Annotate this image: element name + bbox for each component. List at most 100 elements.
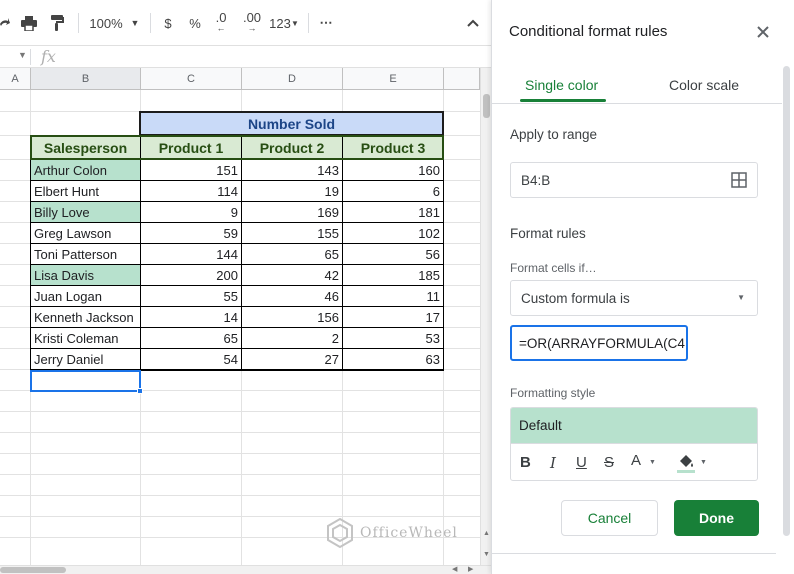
product-value-cell[interactable]: 46 — [242, 286, 342, 306]
product-value-cell[interactable]: 200 — [141, 265, 241, 285]
product-value-cell[interactable]: 9 — [141, 202, 241, 222]
range-input[interactable]: B4:B — [510, 162, 758, 198]
product-value-cell[interactable]: 63 — [343, 349, 443, 369]
product-value-cell[interactable]: 59 — [141, 223, 241, 243]
column-header-c[interactable]: C — [141, 68, 242, 90]
fill-handle[interactable] — [137, 388, 143, 394]
product-value-cell[interactable]: 65 — [242, 244, 342, 264]
product-value-cell[interactable]: 54 — [141, 349, 241, 369]
horizontal-scrollbar[interactable]: ◀ ▶ — [0, 565, 491, 574]
salesperson-cell[interactable]: Greg Lawson — [31, 223, 140, 243]
panel-scrollbar-thumb[interactable] — [783, 66, 790, 536]
zoom-select[interactable]: 100% — [88, 12, 124, 34]
select-range-grid-icon[interactable] — [731, 172, 747, 191]
header-cell-salesperson[interactable]: Salesperson — [31, 136, 140, 159]
salesperson-cell[interactable]: Arthur Colon — [31, 160, 140, 180]
column-header-f[interactable] — [444, 68, 480, 90]
currency-format-button[interactable]: $ — [159, 12, 177, 34]
group-header-cell[interactable]: Number Sold — [140, 112, 443, 135]
fill-color-icon[interactable] — [677, 453, 695, 478]
salesperson-cell[interactable]: Elbert Hunt — [31, 181, 140, 201]
underline-icon[interactable]: U — [576, 454, 587, 471]
product-value-cell[interactable]: 156 — [242, 307, 342, 327]
header-cell-product-2[interactable]: Product 2 — [242, 136, 342, 159]
salesperson-cell[interactable]: Kristi Coleman — [31, 328, 140, 348]
header-cell-product-3[interactable]: Product 3 — [343, 136, 443, 159]
product-value-cell[interactable]: 185 — [343, 265, 443, 285]
product-value-cell[interactable]: 65 — [141, 328, 241, 348]
text-color-icon[interactable]: A — [631, 452, 641, 469]
product-value-cell[interactable]: 169 — [242, 202, 342, 222]
condition-select[interactable]: Custom formula is ▼ — [510, 280, 758, 316]
product-value-cell[interactable]: 55 — [141, 286, 241, 306]
product-value-cell[interactable]: 2 — [242, 328, 342, 348]
name-box-chevron-down-icon[interactable]: ▼ — [18, 50, 27, 60]
scroll-right-icon[interactable]: ▶ — [468, 565, 473, 573]
scroll-up-icon[interactable]: ▲ — [483, 530, 490, 537]
product-value-cell[interactable]: 155 — [242, 223, 342, 243]
product-value-cell[interactable]: 17 — [343, 307, 443, 327]
collapse-chevron-up-icon[interactable] — [463, 12, 483, 34]
product-value-cell[interactable]: 114 — [141, 181, 241, 201]
product-value-cell[interactable]: 151 — [141, 160, 241, 180]
text-color-chevron-down-icon[interactable]: ▼ — [649, 459, 656, 466]
column-header-b[interactable]: B — [31, 68, 141, 90]
product-value-cell[interactable]: 102 — [343, 223, 443, 243]
product-value-cell[interactable]: 143 — [242, 160, 342, 180]
more-options-icon[interactable]: ⋯ — [315, 12, 337, 34]
redo-icon[interactable] — [0, 12, 10, 34]
close-icon[interactable] — [756, 24, 770, 42]
formatting-style-box[interactable]: Default B I U S A ▼ ▼ — [510, 407, 758, 481]
product-value-cell[interactable]: 144 — [141, 244, 241, 264]
vertical-scrollbar-thumb[interactable] — [483, 94, 490, 118]
strikethrough-icon[interactable]: S — [604, 454, 614, 471]
product-value-cell[interactable]: 42 — [242, 265, 342, 285]
horizontal-scrollbar-thumb[interactable] — [0, 567, 66, 573]
selected-cell[interactable] — [30, 370, 141, 392]
tab-color-scale[interactable]: Color scale — [669, 77, 739, 93]
more-formats-chevron-down-icon[interactable]: ▼ — [290, 12, 300, 34]
paint-format-icon[interactable] — [46, 12, 68, 34]
bold-icon[interactable]: B — [520, 454, 531, 471]
product-value-cell[interactable]: 56 — [343, 244, 443, 264]
fill-color-chevron-down-icon[interactable]: ▼ — [700, 459, 707, 466]
product-value-cell[interactable]: 6 — [343, 181, 443, 201]
salesperson-cell[interactable]: Billy Love — [31, 202, 140, 222]
salesperson-cell[interactable]: Jerry Daniel — [31, 349, 140, 369]
product-value-cell[interactable]: 53 — [343, 328, 443, 348]
salesperson-cell[interactable]: Kenneth Jackson — [31, 307, 140, 327]
panel-scrollbar[interactable] — [782, 66, 791, 546]
salesperson-cell[interactable]: Toni Patterson — [31, 244, 140, 264]
decrease-decimal-button[interactable]: .0 ← — [210, 11, 232, 34]
done-button[interactable]: Done — [674, 500, 759, 536]
product-value-cell[interactable]: 27 — [242, 349, 342, 369]
italic-icon[interactable]: I — [550, 454, 556, 472]
salesperson-cell[interactable]: Juan Logan — [31, 286, 140, 306]
scroll-down-icon[interactable]: ▼ — [483, 551, 490, 558]
formatting-style-label: Formatting style — [510, 386, 596, 400]
tab-single-color[interactable]: Single color — [525, 77, 598, 93]
style-preview-default[interactable]: Default — [511, 408, 757, 443]
column-header-a[interactable]: A — [0, 68, 31, 90]
more-formats-button[interactable]: 123 — [268, 12, 292, 34]
product-value-cell[interactable]: 19 — [242, 181, 342, 201]
scroll-left-icon[interactable]: ◀ — [452, 565, 457, 573]
percent-format-button[interactable]: % — [186, 12, 204, 34]
product-value-cell[interactable]: 14 — [141, 307, 241, 327]
custom-formula-input[interactable]: =OR(ARRAYFORMULA(C4 — [510, 325, 688, 361]
column-header-e[interactable]: E — [343, 68, 444, 90]
product-value-cell[interactable]: 160 — [343, 160, 443, 180]
header-cell-product-1[interactable]: Product 1 — [141, 136, 241, 159]
dropdown-chevron-down-icon[interactable]: ▼ — [737, 293, 745, 302]
salesperson-cell[interactable]: Lisa Davis — [31, 265, 140, 285]
product-value-cell[interactable]: 181 — [343, 202, 443, 222]
spreadsheet-grid[interactable]: Number Sold Salesperson Product 1 Produc… — [0, 90, 480, 565]
vertical-scrollbar[interactable]: ▲ ▼ — [480, 68, 491, 565]
product-value-cell[interactable]: 11 — [343, 286, 443, 306]
zoom-chevron-down-icon[interactable]: ▼ — [128, 12, 142, 34]
increase-decimal-button[interactable]: .00 → — [239, 11, 265, 34]
format-cells-if-label: Format cells if… — [510, 261, 597, 275]
print-icon[interactable] — [18, 12, 40, 34]
column-header-d[interactable]: D — [242, 68, 343, 90]
cancel-button[interactable]: Cancel — [561, 500, 658, 536]
